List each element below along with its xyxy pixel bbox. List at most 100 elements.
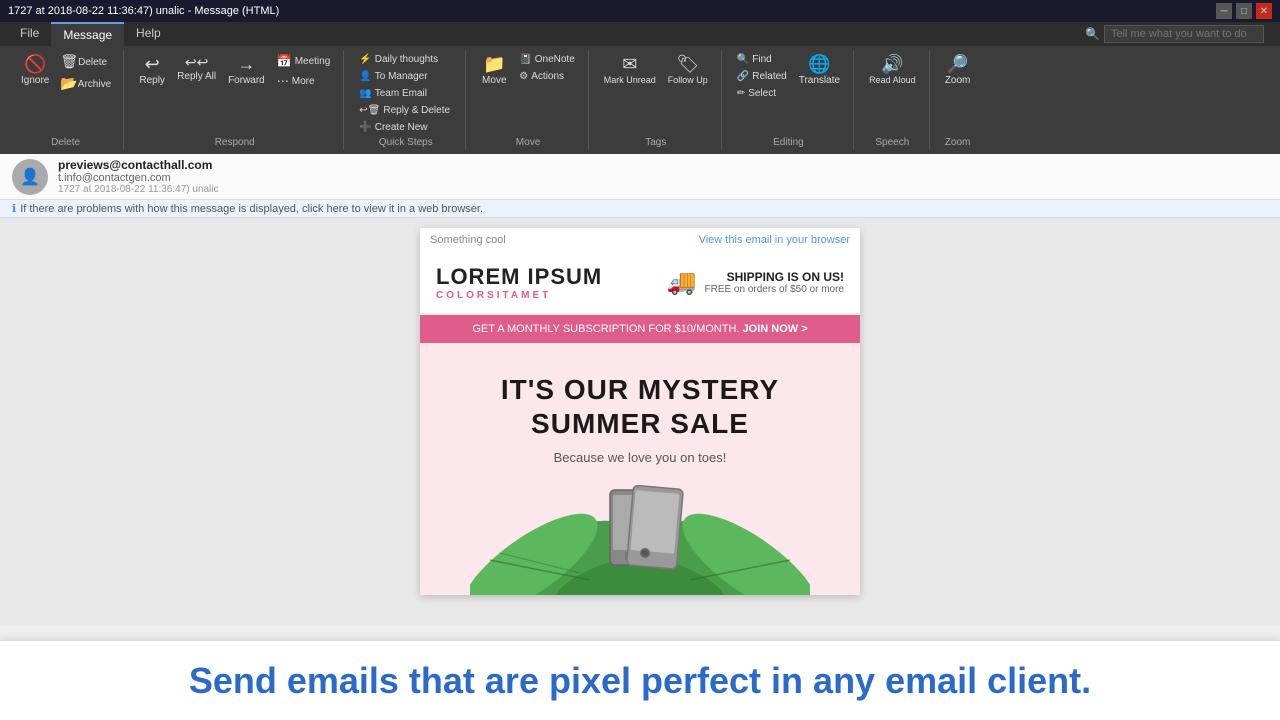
reply-button[interactable]: ↩ Reply xyxy=(134,52,170,89)
select-button[interactable]: ✏ Select xyxy=(732,86,792,101)
reply-delete-button[interactable]: ↩🗑 Reply & Delete xyxy=(354,103,457,118)
email-hero: IT'S OUR MYSTERY SUMMER SALE Because we … xyxy=(420,343,860,595)
email-to: t.info@contactgen.com xyxy=(58,172,1268,184)
reply-all-button[interactable]: ↩↩ Reply All xyxy=(172,52,221,85)
bottom-banner: Send emails that are pixel perfect in an… xyxy=(0,640,1280,720)
read-aloud-button[interactable]: 🔊 Read Aloud xyxy=(864,52,921,88)
ignore-button[interactable]: 🚫 Ignore xyxy=(16,52,54,89)
bottom-banner-text: Send emails that are pixel perfect in an… xyxy=(189,660,1091,702)
shipping-title: SHIPPING IS ON US! xyxy=(704,270,844,284)
daily-thoughts-icon: ⚡ xyxy=(359,54,371,65)
team-email-icon: 👥 xyxy=(359,88,371,99)
mark-unread-button[interactable]: ✉ Mark Unread xyxy=(599,52,661,88)
ribbon-group-speech: 🔊 Read Aloud Speech xyxy=(856,50,930,150)
email-frame: Something cool View this email in your b… xyxy=(420,228,860,595)
hero-title: IT'S OUR MYSTERY SUMMER SALE xyxy=(440,373,840,440)
translate-button[interactable]: 🌐 Translate xyxy=(794,52,845,89)
truck-icon: 🚚 xyxy=(667,268,697,297)
speech-buttons: 🔊 Read Aloud xyxy=(864,52,921,135)
ignore-icon: 🚫 xyxy=(24,55,46,73)
delete-col: 🗑 Delete 📂 Archive xyxy=(56,52,115,94)
team-email-button[interactable]: 👥 Team Email xyxy=(354,86,457,101)
read-aloud-icon: 🔊 xyxy=(881,55,903,73)
ribbon-content: 🚫 Ignore 🗑 Delete 📂 Archive Delete ↩ Rep… xyxy=(0,46,1280,154)
tab-help[interactable]: Help xyxy=(124,22,173,46)
find-icon: 🔍 xyxy=(737,54,749,65)
ribbon-search-area: 🔍 xyxy=(1077,22,1272,46)
actions-icon: ⚙ xyxy=(519,71,528,82)
email-from: previews@contacthall.com xyxy=(58,158,1268,172)
more-button[interactable]: ⋯ More xyxy=(272,72,336,90)
onenote-button[interactable]: 📓 OneNote xyxy=(514,52,579,67)
preheader-text: Something cool xyxy=(430,234,506,246)
ribbon-group-quicksteps: ⚡ Daily thoughts 👤 To Manager 👥 Team Ema… xyxy=(346,50,466,150)
archive-icon: 📂 xyxy=(60,76,77,90)
to-manager-button[interactable]: 👤 To Manager xyxy=(354,69,457,84)
promo-bar[interactable]: GET A MONTHLY SUBSCRIPTION FOR $10/MONTH… xyxy=(420,315,860,343)
related-button[interactable]: 🔗 Related xyxy=(732,69,792,84)
respond-buttons: ↩ Reply ↩↩ Reply All → Forward 📅 Meeting… xyxy=(134,52,335,135)
actions-button[interactable]: ⚙ Actions xyxy=(514,69,579,84)
forward-button[interactable]: → Forward xyxy=(223,52,270,89)
ribbon-group-respond: ↩ Reply ↩↩ Reply All → Forward 📅 Meeting… xyxy=(126,50,344,150)
ribbon-tabs: File Message Help 🔍 xyxy=(0,22,1280,46)
follow-up-icon: 🏷 xyxy=(676,55,699,73)
shipping-badge: 🚚 SHIPPING IS ON US! FREE on orders of $… xyxy=(667,268,844,297)
create-new-button[interactable]: ➕ Create New xyxy=(354,120,457,135)
maximize-button[interactable]: □ xyxy=(1236,3,1252,19)
zoom-icon: 🔎 xyxy=(946,55,968,73)
hero-illustration xyxy=(470,465,810,595)
tags-buttons: ✉ Mark Unread 🏷 Follow Up xyxy=(599,52,713,135)
minimize-button[interactable]: ─ xyxy=(1216,3,1232,19)
email-content-area: Something cool View this email in your b… xyxy=(0,218,1280,626)
ribbon-group-tags: ✉ Mark Unread 🏷 Follow Up Tags xyxy=(591,50,722,150)
title-bar-controls: ─ □ ✕ xyxy=(1216,3,1272,19)
shipping-desc: FREE on orders of $50 or more xyxy=(704,284,844,295)
move-icon: 📁 xyxy=(483,55,505,73)
mark-unread-icon: ✉ xyxy=(622,55,637,73)
title-bar-text: 1727 at 2018-08-22 11:36:47) unalic - Me… xyxy=(8,5,279,17)
email-info-bar: 👤 previews@contacthall.com t.info@contac… xyxy=(0,154,1280,200)
view-browser-link[interactable]: View this email in your browser xyxy=(699,234,850,246)
ribbon-group-move: 📁 Move 📓 OneNote ⚙ Actions Move xyxy=(468,50,588,150)
daily-thoughts-button[interactable]: ⚡ Daily thoughts xyxy=(354,52,457,67)
editing-buttons: 🔍 Find 🔗 Related ✏ Select 🌐 Translate xyxy=(732,52,845,135)
zoom-buttons: 🔎 Zoom xyxy=(940,52,976,135)
delete-icon: 🗑 xyxy=(60,54,78,68)
reply-delete-icon: ↩🗑 xyxy=(359,105,380,116)
promo-cta: JOIN NOW > xyxy=(743,323,808,335)
delete-buttons: 🚫 Ignore 🗑 Delete 📂 Archive xyxy=(16,52,115,135)
follow-up-button[interactable]: 🏷 Follow Up xyxy=(663,52,713,88)
archive-button[interactable]: 📂 Archive xyxy=(56,74,115,94)
email-logo-bar: LOREM IPSUM COLORSITAMET 🚚 SHIPPING IS O… xyxy=(420,252,860,315)
meeting-icon: 📅 xyxy=(277,54,292,68)
ribbon-group-zoom: 🔎 Zoom Zoom xyxy=(932,50,984,150)
info-notice[interactable]: ℹ If there are problems with how this me… xyxy=(0,200,1280,218)
move-col: 📓 OneNote ⚙ Actions xyxy=(514,52,579,84)
tab-message[interactable]: Message xyxy=(51,22,124,46)
ribbon-search-input[interactable] xyxy=(1104,25,1264,43)
delete-button[interactable]: 🗑 Delete xyxy=(56,52,115,72)
info-icon: ℹ xyxy=(12,202,16,215)
meeting-button[interactable]: 📅 Meeting xyxy=(272,52,336,70)
promo-text: GET A MONTHLY SUBSCRIPTION FOR $10/MONTH… xyxy=(472,323,739,335)
title-bar: 1727 at 2018-08-22 11:36:47) unalic - Me… xyxy=(0,0,1280,22)
respond-col: 📅 Meeting ⋯ More xyxy=(272,52,336,90)
forward-icon: → xyxy=(237,55,255,73)
related-icon: 🔗 xyxy=(737,71,749,82)
onenote-icon: 📓 xyxy=(519,54,531,65)
close-button[interactable]: ✕ xyxy=(1256,3,1272,19)
zoom-button[interactable]: 🔎 Zoom xyxy=(940,52,976,89)
hero-image-area xyxy=(440,465,840,595)
find-button[interactable]: 🔍 Find xyxy=(732,52,792,67)
move-button[interactable]: 📁 Move xyxy=(476,52,512,89)
email-meta: previews@contacthall.com t.info@contactg… xyxy=(58,158,1268,195)
select-icon: ✏ xyxy=(737,88,745,99)
reply-icon: ↩ xyxy=(145,55,160,73)
move-buttons: 📁 Move 📓 OneNote ⚙ Actions xyxy=(476,52,579,135)
tab-file[interactable]: File xyxy=(8,22,51,46)
translate-icon: 🌐 xyxy=(808,55,830,73)
email-timestamp: 1727 at 2018-08-22 11:36:47) unalic xyxy=(58,184,1268,195)
hero-subtitle: Because we love you on toes! xyxy=(440,450,840,465)
more-icon: ⋯ xyxy=(277,74,289,88)
